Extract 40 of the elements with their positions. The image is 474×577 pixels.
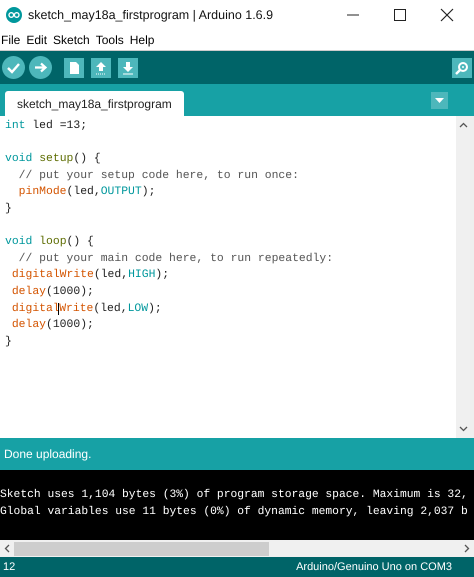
code-line: void loop() { bbox=[4, 234, 95, 250]
scroll-left-icon[interactable] bbox=[4, 544, 10, 553]
serial-monitor-icon[interactable] bbox=[452, 58, 472, 78]
arrow-down-icon[interactable] bbox=[118, 58, 138, 78]
scroll-down-icon[interactable] bbox=[458, 426, 468, 432]
arrow-up-icon[interactable] bbox=[91, 58, 111, 78]
status-message: Done uploading. bbox=[4, 447, 92, 461]
dropdown-icon[interactable] bbox=[431, 92, 448, 108]
window-title: sketch_may18a_firstprogram | Arduino 1.6.9 bbox=[28, 8, 274, 22]
sketch-tab[interactable]: sketch_may18a_firstprogram bbox=[5, 91, 184, 116]
board-port-label: Arduino/Genuino Uno on COM3 bbox=[296, 561, 452, 573]
verify-icon[interactable] bbox=[2, 56, 25, 79]
maximize-icon[interactable] bbox=[393, 8, 407, 22]
line-number: 12 bbox=[3, 561, 16, 573]
code-line: digitalWrite(led,HIGH); bbox=[10, 268, 170, 284]
scroll-up-icon[interactable] bbox=[458, 122, 468, 128]
menu-item[interactable]: Sketch bbox=[53, 33, 90, 47]
code-line: pinMode(led,OUTPUT); bbox=[18, 184, 156, 200]
code-line: } bbox=[4, 202, 13, 217]
menu-item[interactable]: Edit bbox=[26, 33, 48, 47]
code-line: // put your setup code here, to run once: bbox=[18, 168, 300, 184]
vertical-scrollbar[interactable] bbox=[456, 116, 470, 438]
code-line: delay(1000); bbox=[10, 318, 95, 334]
app-logo-icon bbox=[6, 7, 22, 23]
horizontal-scrollbar[interactable] bbox=[0, 540, 474, 557]
upload-icon[interactable] bbox=[29, 56, 52, 79]
menu-item[interactable]: Help bbox=[130, 33, 154, 47]
code-line: } bbox=[4, 334, 13, 350]
code-line: int led =13; bbox=[4, 118, 88, 134]
code-line: delay(1000); bbox=[10, 284, 95, 300]
console-output-line: Global variables use 11 bytes (0%) of dynamic memory, leaving 2,037 b bbox=[0, 504, 469, 520]
scroll-right-icon[interactable] bbox=[464, 544, 470, 553]
menu-item[interactable]: Tools bbox=[96, 33, 124, 47]
code-line: void setup() { bbox=[4, 152, 102, 168]
new-file-icon[interactable] bbox=[64, 58, 84, 78]
menu-item[interactable]: File bbox=[1, 33, 20, 47]
scrollbar-thumb[interactable] bbox=[14, 542, 269, 556]
code-line: // put your main code here, to run repeatedly: bbox=[18, 252, 334, 267]
console-output-line: Sketch uses 1,104 bytes (3%) of program storage space. Maximum is 32, bbox=[0, 488, 469, 503]
close-icon[interactable] bbox=[440, 8, 454, 22]
